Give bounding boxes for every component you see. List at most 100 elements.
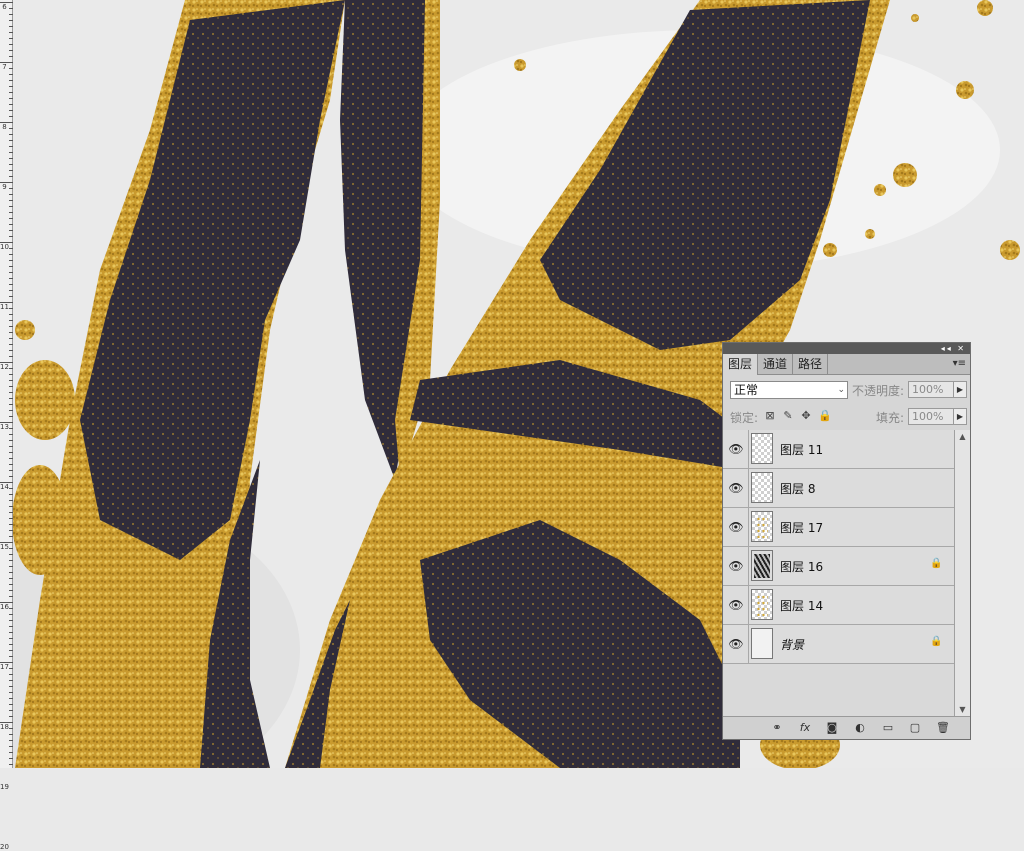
ruler-label: 9 (2, 183, 7, 191)
scroll-down-icon[interactable]: ▼ (955, 703, 970, 717)
ruler-label: 6 (2, 3, 7, 11)
lock-label: 锁定: (730, 411, 759, 425)
layer-thumbnail (751, 550, 773, 581)
layer-name: 图层 8 (780, 482, 816, 496)
ruler-tick (9, 374, 13, 375)
ruler-tick (9, 212, 13, 213)
layer-row[interactable]: 👁 图层 16 🔒 (723, 547, 954, 586)
ruler-tick (9, 590, 13, 591)
layer-row[interactable]: 👁 图层 11 (723, 430, 954, 469)
panel-footer: ⚭ fx ◙ ◐ ▭ ▢ 🗑 (723, 716, 970, 739)
ruler-tick (9, 230, 13, 231)
lock-all-icon[interactable]: 🔒 (818, 410, 832, 422)
ruler-tick (9, 68, 13, 69)
chevron-down-icon: ⌄ (837, 385, 845, 395)
trash-icon[interactable]: 🗑 (935, 720, 951, 736)
ruler-label: 10 (0, 243, 9, 251)
tab-channels[interactable]: 通道 (758, 354, 794, 374)
eye-icon[interactable]: 👁 (726, 478, 746, 498)
layer-row[interactable]: 👁 图层 8 (723, 469, 954, 508)
layer-row-background[interactable]: 👁 背景 🔒 (723, 625, 954, 664)
ruler-tick (9, 320, 13, 321)
ruler-tick (9, 260, 13, 261)
ruler-tick (9, 14, 13, 15)
ruler-tick (9, 758, 13, 759)
eye-icon[interactable]: 👁 (726, 517, 746, 537)
layer-name: 图层 11 (780, 443, 824, 457)
lock-transparent-icon[interactable]: ⊠ (764, 410, 776, 422)
lock-brush-icon[interactable]: ✎ (782, 410, 794, 422)
ruler-tick (9, 104, 13, 105)
lock-move-icon[interactable]: ✥ (800, 410, 812, 422)
layer-thumbnail (751, 472, 773, 503)
fx-icon[interactable]: fx (797, 720, 813, 736)
layers-panel[interactable]: ◂◂ ✕ 图层 通道 路径 ▾≡ 正常 ⌄ 不透明度: 100% ▶ 锁定: ⊠… (722, 342, 971, 740)
tab-paths[interactable]: 路径 (793, 354, 829, 374)
ruler-tick (9, 140, 13, 141)
new-layer-icon[interactable]: ▢ (907, 720, 923, 736)
opacity-slider-button[interactable]: ▶ (953, 381, 967, 398)
ruler-tick (9, 128, 13, 129)
ruler-tick (9, 554, 13, 555)
ruler-tick (9, 398, 13, 399)
adjustment-icon[interactable]: ◐ (852, 720, 868, 736)
layer-row[interactable]: 👁 图层 17 (723, 508, 954, 547)
link-icon[interactable]: ⚭ (769, 720, 785, 736)
panel-titlebar[interactable]: ◂◂ ✕ (723, 343, 970, 354)
fill-slider-button[interactable]: ▶ (953, 408, 967, 425)
ruler-tick (9, 488, 13, 489)
ruler-tick (9, 344, 13, 345)
layer-thumbnail (751, 433, 773, 464)
panel-window-buttons[interactable]: ◂◂ ✕ (941, 343, 966, 354)
ruler-tick (9, 308, 13, 309)
panel-tabs: 图层 通道 路径 ▾≡ (723, 354, 970, 375)
ruler-tick (9, 86, 13, 87)
eye-icon[interactable]: 👁 (726, 634, 746, 654)
ruler-tick (9, 44, 13, 45)
ruler-tick (9, 386, 13, 387)
eye-icon[interactable]: 👁 (726, 595, 746, 615)
lock-row: 锁定: ⊠ ✎ ✥ 🔒 填充: 100% ▶ (723, 402, 970, 431)
ruler-tick (9, 560, 13, 561)
opacity-input[interactable]: 100% (908, 381, 954, 398)
ruler-tick (9, 392, 13, 393)
ruler-tick (9, 644, 13, 645)
layer-name: 背景 (780, 638, 805, 652)
ruler-label: 20 (0, 843, 9, 851)
eye-icon[interactable]: 👁 (726, 556, 746, 576)
eye-icon[interactable]: 👁 (726, 439, 746, 459)
layer-row[interactable]: 👁 图层 14 (723, 586, 954, 625)
ruler-tick (9, 314, 13, 315)
layer-list-scrollbar[interactable]: ▲ ▼ (954, 430, 970, 717)
ruler-tick (9, 440, 13, 441)
scroll-up-icon[interactable]: ▲ (955, 430, 970, 444)
ruler-tick (9, 668, 13, 669)
ruler-label: 18 (0, 723, 9, 731)
ruler-tick (9, 596, 13, 597)
mask-icon[interactable]: ◙ (824, 720, 840, 736)
ruler-label: 17 (0, 663, 9, 671)
ruler-tick (9, 74, 13, 75)
ruler-tick (9, 152, 13, 153)
fill-input[interactable]: 100% (908, 408, 954, 425)
panel-menu-icon[interactable]: ▾≡ (953, 354, 966, 374)
ruler-tick (9, 350, 13, 351)
blend-mode-select[interactable]: 正常 ⌄ (730, 381, 848, 399)
fill-label: 填充: (876, 411, 905, 425)
ruler-tick (9, 656, 13, 657)
ruler-tick (9, 458, 13, 459)
ruler-tick (9, 506, 13, 507)
ruler-tick (9, 674, 13, 675)
ruler-tick (9, 332, 13, 333)
layer-name: 图层 14 (780, 599, 824, 613)
ruler-tick (9, 194, 13, 195)
ruler-tick (9, 338, 13, 339)
ruler-tick (9, 716, 13, 717)
ruler-tick (9, 116, 13, 117)
ruler-tick (9, 296, 13, 297)
ruler-tick (9, 698, 13, 699)
ruler-tick (9, 650, 13, 651)
ruler-tick (9, 638, 13, 639)
group-icon[interactable]: ▭ (880, 720, 896, 736)
tab-layers[interactable]: 图层 (723, 354, 759, 375)
